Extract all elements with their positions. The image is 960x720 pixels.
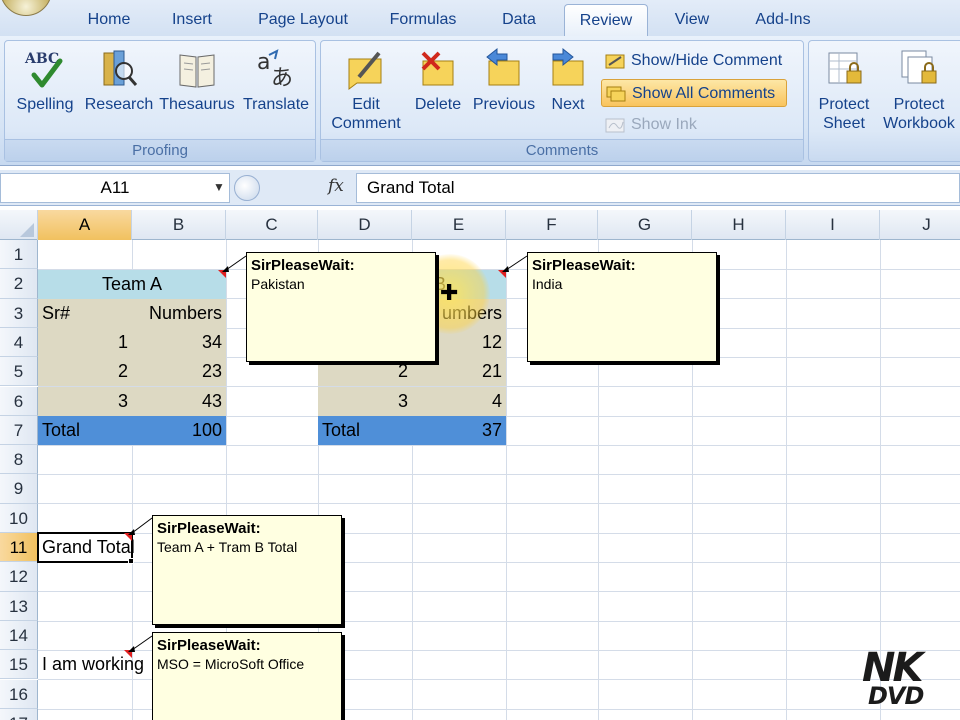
previous-comment-label: Previous bbox=[472, 96, 536, 113]
previous-comment-icon bbox=[483, 47, 525, 91]
comment-box-mso[interactable]: SirPleaseWait: MSO = MicroSoft Office bbox=[152, 632, 342, 720]
ribbon: ABC Spelling Research Thesaurus a あ Tran… bbox=[0, 36, 960, 166]
formula-bar-expand-icon[interactable] bbox=[234, 175, 260, 201]
tab-data[interactable]: Data bbox=[492, 4, 546, 36]
translate-button[interactable]: a あ Translate bbox=[239, 47, 313, 114]
comments-group: Edit Comment Delete Previous Next Show/H… bbox=[320, 40, 804, 162]
svg-text:あ: あ bbox=[271, 66, 293, 91]
formula-controls: fx bbox=[232, 173, 354, 203]
comment-connectors bbox=[128, 255, 528, 652]
show-all-comments-button[interactable]: Show All Comments bbox=[601, 79, 787, 107]
comment-author: SirPleaseWait: bbox=[251, 257, 355, 274]
spelling-label: Spelling bbox=[16, 96, 74, 113]
comment-text: Team A + Tram B Total bbox=[157, 539, 298, 555]
show-ink-icon bbox=[605, 116, 625, 134]
spelling-icon: ABC bbox=[24, 47, 66, 91]
show-all-comments-icon bbox=[606, 85, 626, 103]
protect-workbook-button[interactable]: Protect Workbook bbox=[877, 47, 960, 133]
delete-comment-button[interactable]: Delete bbox=[405, 47, 471, 114]
insert-function-icon[interactable]: fx bbox=[328, 176, 344, 196]
protect-workbook-icon bbox=[898, 47, 940, 91]
office-button[interactable] bbox=[0, 0, 52, 16]
delete-comment-label: Delete bbox=[414, 96, 462, 113]
edit-comment-button[interactable]: Edit Comment bbox=[327, 47, 405, 133]
formula-input[interactable]: Grand Total bbox=[356, 173, 960, 203]
name-box-dropdown-icon[interactable]: ▼ bbox=[210, 173, 228, 201]
next-comment-icon bbox=[547, 47, 589, 91]
excel-window: Home Insert Page Layout Formulas Data Re… bbox=[0, 0, 960, 720]
comment-box-india[interactable]: SirPleaseWait: India bbox=[527, 252, 717, 362]
next-comment-button[interactable]: Next bbox=[537, 47, 599, 114]
delete-comment-icon bbox=[417, 47, 459, 91]
previous-comment-button[interactable]: Previous bbox=[471, 47, 537, 114]
proofing-group-label: Proofing bbox=[5, 139, 315, 161]
svg-text:ABC: ABC bbox=[24, 51, 59, 67]
tab-page-layout[interactable]: Page Layout bbox=[248, 4, 358, 36]
protect-sheet-label-1: Protect bbox=[818, 96, 870, 113]
research-icon bbox=[98, 47, 140, 91]
protect-sheet-icon bbox=[823, 47, 865, 91]
tab-add-ins[interactable]: Add-Ins bbox=[742, 4, 824, 36]
show-hide-comment-icon bbox=[605, 52, 625, 70]
comment-author: SirPleaseWait: bbox=[157, 637, 261, 654]
svg-text:a: a bbox=[257, 50, 270, 75]
comment-box-pakistan[interactable]: SirPleaseWait: Pakistan bbox=[246, 252, 436, 362]
show-hide-comment-label: Show/Hide Comment bbox=[631, 52, 783, 69]
show-ink-label: Show Ink bbox=[631, 116, 697, 133]
protect-sheet-button[interactable]: Protect Sheet bbox=[813, 47, 875, 133]
tab-formulas[interactable]: Formulas bbox=[380, 4, 466, 36]
comment-text: MSO = MicroSoft Office bbox=[157, 656, 305, 672]
protect-sheet-label-2: Sheet bbox=[823, 115, 865, 132]
next-comment-label: Next bbox=[551, 96, 585, 113]
research-button[interactable]: Research bbox=[83, 47, 155, 114]
edit-comment-label-2: Comment bbox=[331, 115, 401, 132]
comment-author: SirPleaseWait: bbox=[157, 520, 261, 537]
translate-icon: a あ bbox=[255, 47, 297, 91]
name-box[interactable]: A11 bbox=[0, 173, 230, 203]
comment-text: Pakistan bbox=[251, 276, 305, 292]
tab-insert[interactable]: Insert bbox=[160, 4, 224, 36]
protect-workbook-label-1: Protect bbox=[893, 96, 945, 113]
comment-text: India bbox=[532, 276, 563, 292]
watermark-line-2: DVD bbox=[868, 682, 924, 710]
edit-comment-label-1: Edit bbox=[352, 96, 380, 113]
worksheet-grid[interactable]: A B C D E F G H I J 1 2 3 4 5 6 7 8 9 10 bbox=[0, 210, 960, 720]
spelling-button[interactable]: ABC Spelling bbox=[9, 47, 81, 114]
show-all-comments-label: Show All Comments bbox=[632, 85, 776, 102]
nk-dvd-watermark-logo: NK DVD bbox=[862, 648, 946, 710]
translate-label: Translate bbox=[242, 96, 310, 113]
comment-box-grand-total[interactable]: SirPleaseWait: Team A + Tram B Total bbox=[152, 515, 342, 625]
tab-home[interactable]: Home bbox=[78, 4, 140, 36]
thesaurus-button[interactable]: Thesaurus bbox=[157, 47, 237, 114]
thesaurus-icon bbox=[176, 47, 218, 91]
research-label: Research bbox=[84, 96, 154, 113]
proofing-group: ABC Spelling Research Thesaurus a あ Tran… bbox=[4, 40, 316, 162]
thesaurus-label: Thesaurus bbox=[159, 96, 235, 113]
comment-author: SirPleaseWait: bbox=[532, 257, 636, 274]
show-ink-button[interactable]: Show Ink bbox=[601, 111, 787, 139]
tab-view[interactable]: View bbox=[664, 4, 720, 36]
edit-comment-icon bbox=[345, 47, 387, 91]
ribbon-tab-bar: Home Insert Page Layout Formulas Data Re… bbox=[0, 0, 960, 36]
formula-bar: A11 ▼ fx Grand Total bbox=[0, 170, 960, 206]
tab-review[interactable]: Review bbox=[564, 4, 648, 36]
show-hide-comment-button[interactable]: Show/Hide Comment bbox=[601, 47, 797, 75]
comments-group-label: Comments bbox=[321, 139, 803, 161]
protect-workbook-label-2: Workbook bbox=[883, 115, 955, 132]
changes-group: Protect Sheet Protect Workbook bbox=[808, 40, 960, 162]
